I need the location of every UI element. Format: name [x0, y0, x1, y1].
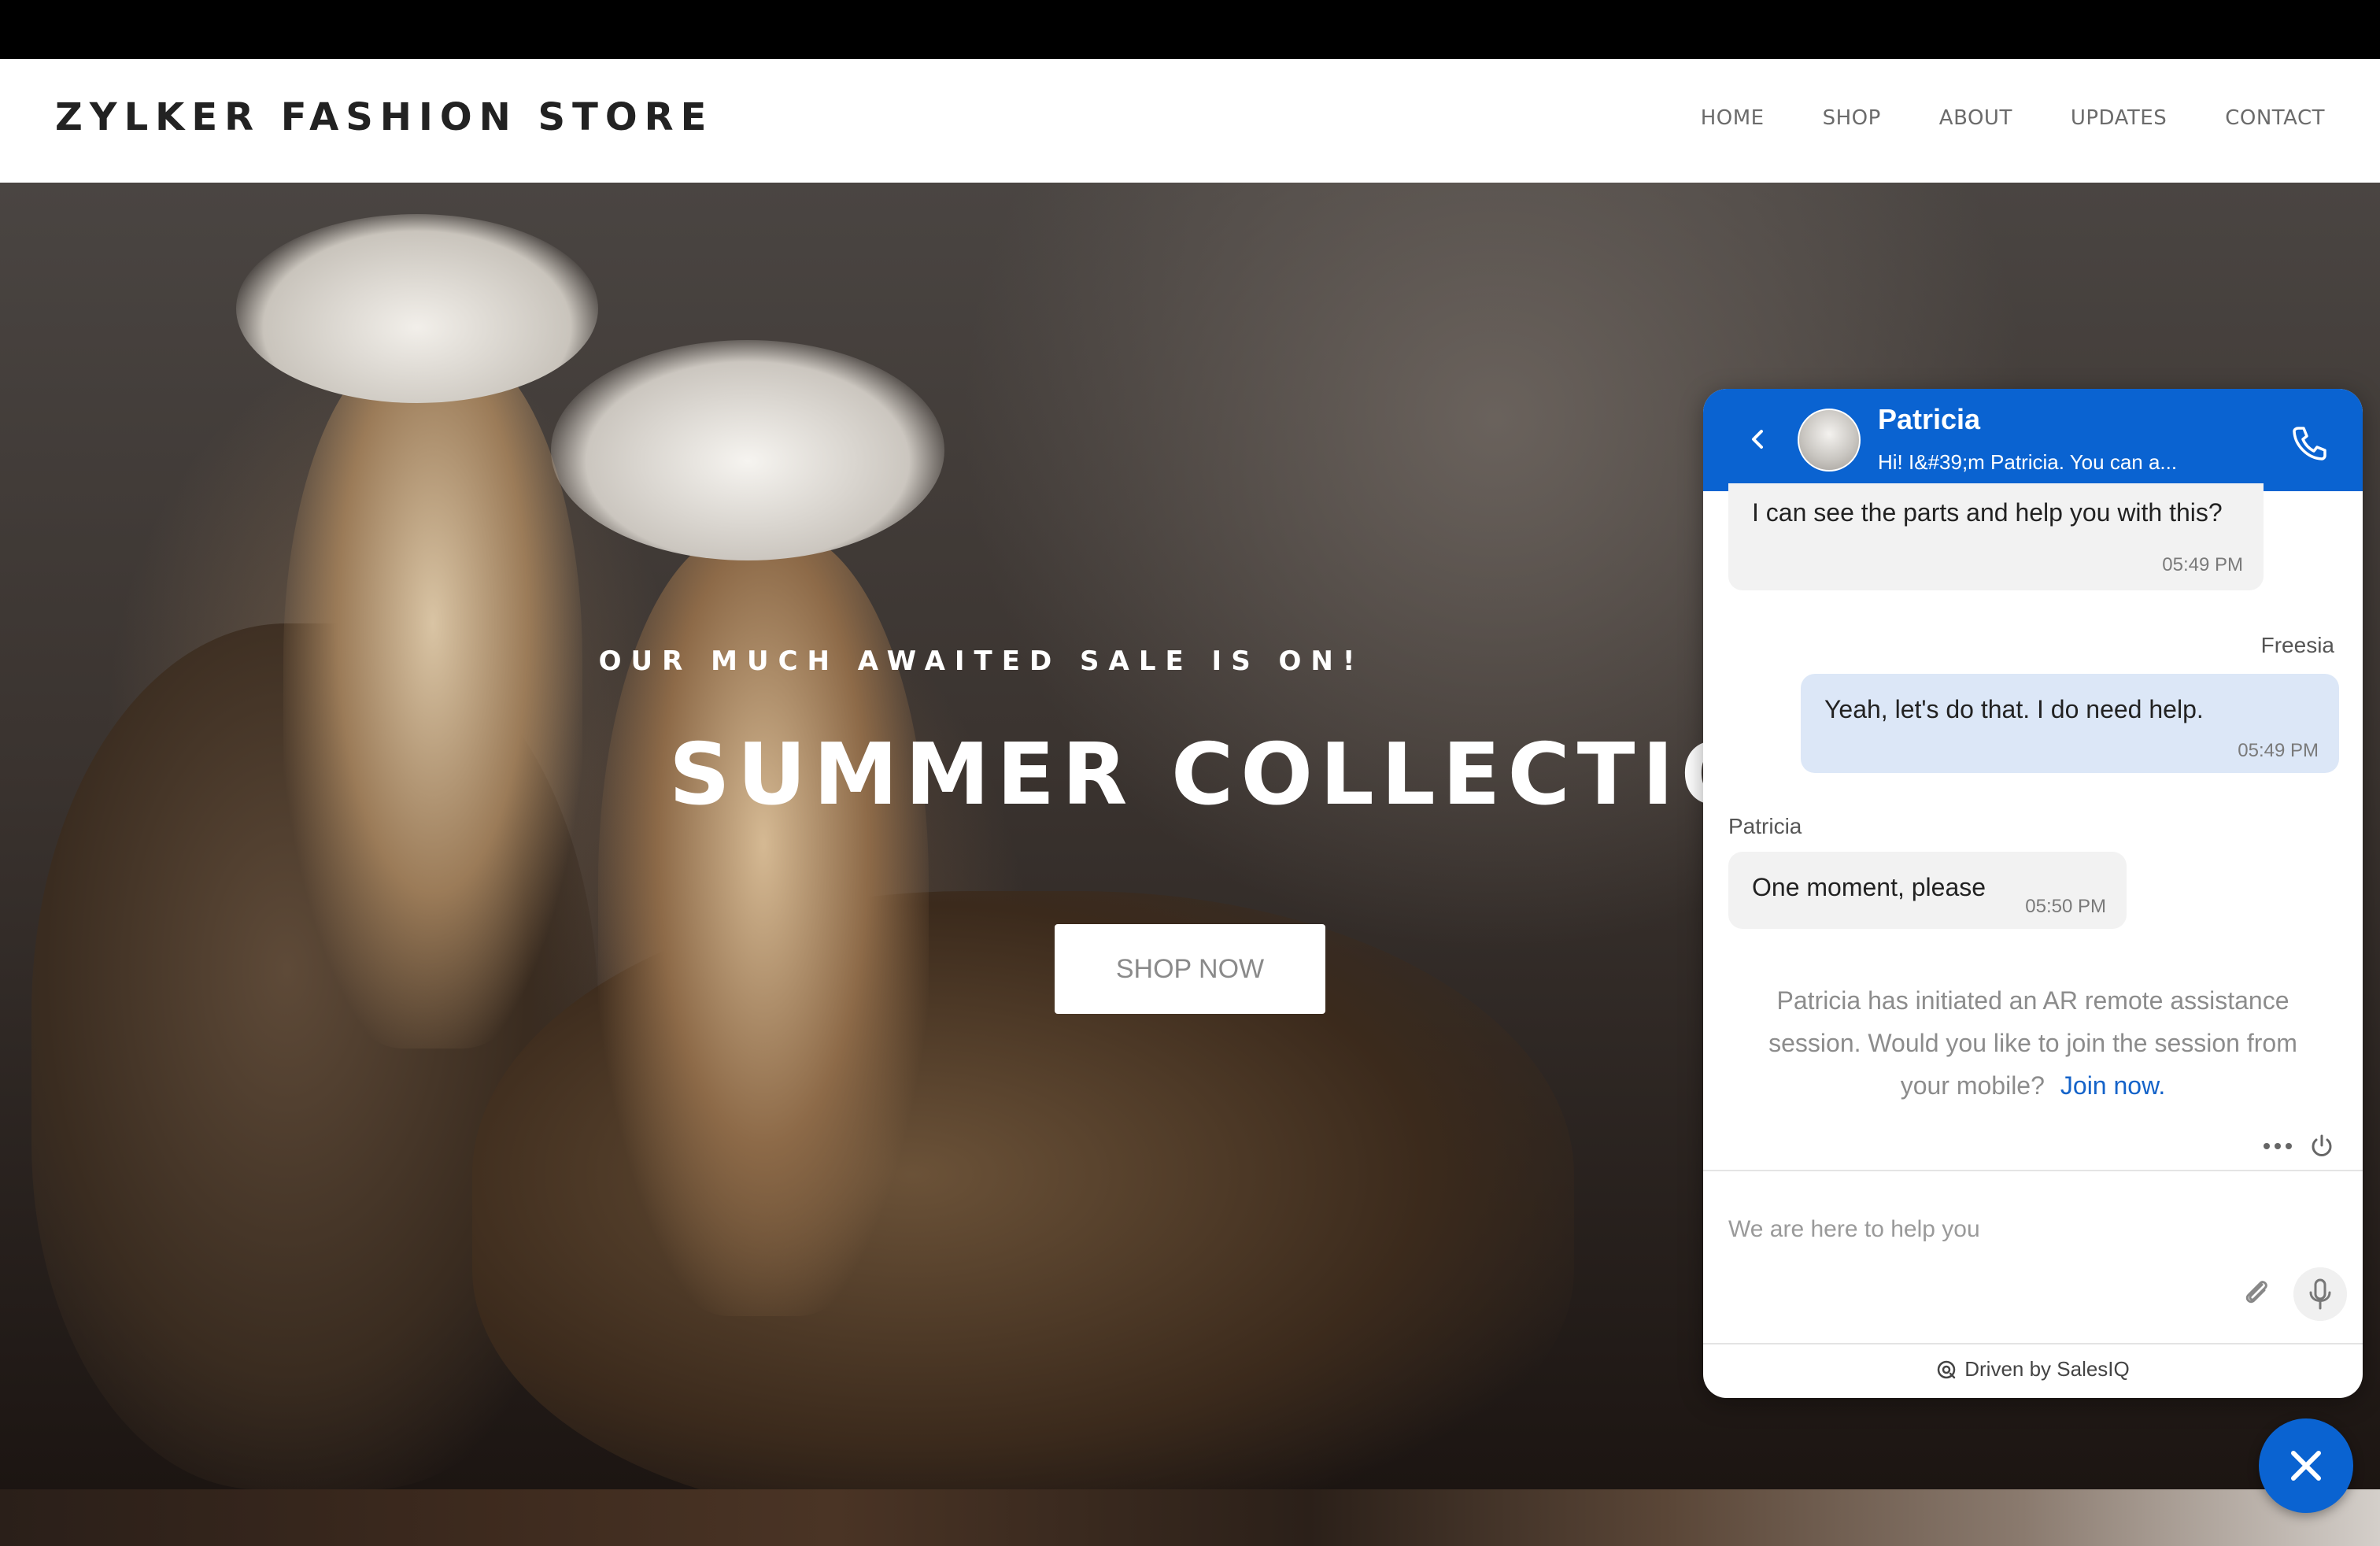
power-icon[interactable] — [2308, 1132, 2336, 1160]
chat-header: Patricia Hi! I&#39;m Patricia. You can a… — [1703, 389, 2363, 491]
nav-updates[interactable]: UPDATES — [2071, 106, 2167, 130]
message-text: I can see the parts and help you with th… — [1752, 498, 2223, 527]
chat-message-agent: I can see the parts and help you with th… — [1728, 483, 2264, 590]
message-sender: Patricia — [1728, 814, 1802, 838]
chat-message-input[interactable] — [1728, 1190, 2326, 1269]
hero-photo-fur-hat-right — [551, 340, 944, 560]
hero-photo-fur-hat-left — [236, 214, 598, 403]
hero-photo-model-left-hair — [283, 340, 582, 1049]
ar-session-notice-text: Patricia has initiated an AR remote assi… — [1768, 986, 2297, 1100]
agent-status-message: Hi! I&#39;m Patricia. You can a... — [1878, 450, 2178, 474]
next-section-preview — [0, 1489, 2380, 1546]
site-header: ZYLKER FASHION STORE HOME SHOP ABOUT UPD… — [0, 59, 2380, 183]
more-icon[interactable] — [2260, 1137, 2295, 1156]
message-sender: Freesia — [2260, 633, 2334, 657]
chat-message-agent: One moment, please 05:50 PM — [1728, 852, 2127, 929]
nav-about[interactable]: ABOUT — [1939, 106, 2012, 130]
chat-message-visitor: Yeah, let's do that. I do need help. 05:… — [1801, 674, 2339, 773]
shop-now-button[interactable]: SHOP NOW — [1055, 924, 1325, 1014]
brand-logo-text[interactable]: ZYLKER FASHION STORE — [55, 95, 713, 139]
divider — [1703, 1170, 2363, 1171]
nav-shop[interactable]: SHOP — [1823, 106, 1881, 130]
join-now-link[interactable]: Join now. — [2060, 1071, 2165, 1100]
microphone-icon[interactable] — [2293, 1267, 2347, 1321]
hero-tagline: OUR MUCH AWAITED SALE IS ON! — [598, 645, 1365, 677]
top-black-bar — [0, 0, 2380, 59]
message-text: Yeah, let's do that. I do need help. — [1824, 695, 2204, 723]
message-time: 05:50 PM — [2025, 896, 2106, 917]
powered-by-footer[interactable]: Driven by SalesIQ — [1703, 1357, 2363, 1381]
salesiq-icon — [1937, 1360, 1956, 1379]
agent-name: Patricia — [1878, 403, 1981, 435]
divider — [1703, 1343, 2363, 1344]
close-icon — [2291, 1451, 2321, 1481]
message-time: 05:49 PM — [2162, 554, 2243, 575]
ar-session-notice: Patricia has initiated an AR remote assi… — [1743, 979, 2323, 1107]
powered-by-label: Driven by SalesIQ — [1964, 1357, 2130, 1381]
paperclip-icon[interactable] — [2238, 1274, 2275, 1310]
message-text: One moment, please — [1752, 873, 1986, 901]
phone-icon[interactable] — [2287, 420, 2331, 464]
chat-widget: Patricia Hi! I&#39;m Patricia. You can a… — [1703, 389, 2363, 1398]
avatar — [1798, 409, 1861, 472]
nav-contact[interactable]: CONTACT — [2225, 106, 2325, 130]
chat-close-button[interactable] — [2259, 1418, 2353, 1513]
message-time: 05:49 PM — [2238, 740, 2319, 761]
nav-home[interactable]: HOME — [1701, 106, 1765, 130]
hero-title: SUMMER COLLECTION — [669, 726, 1839, 824]
back-arrow-icon[interactable] — [1743, 423, 1774, 455]
main-nav: HOME SHOP ABOUT UPDATES CONTACT — [1701, 106, 2325, 130]
